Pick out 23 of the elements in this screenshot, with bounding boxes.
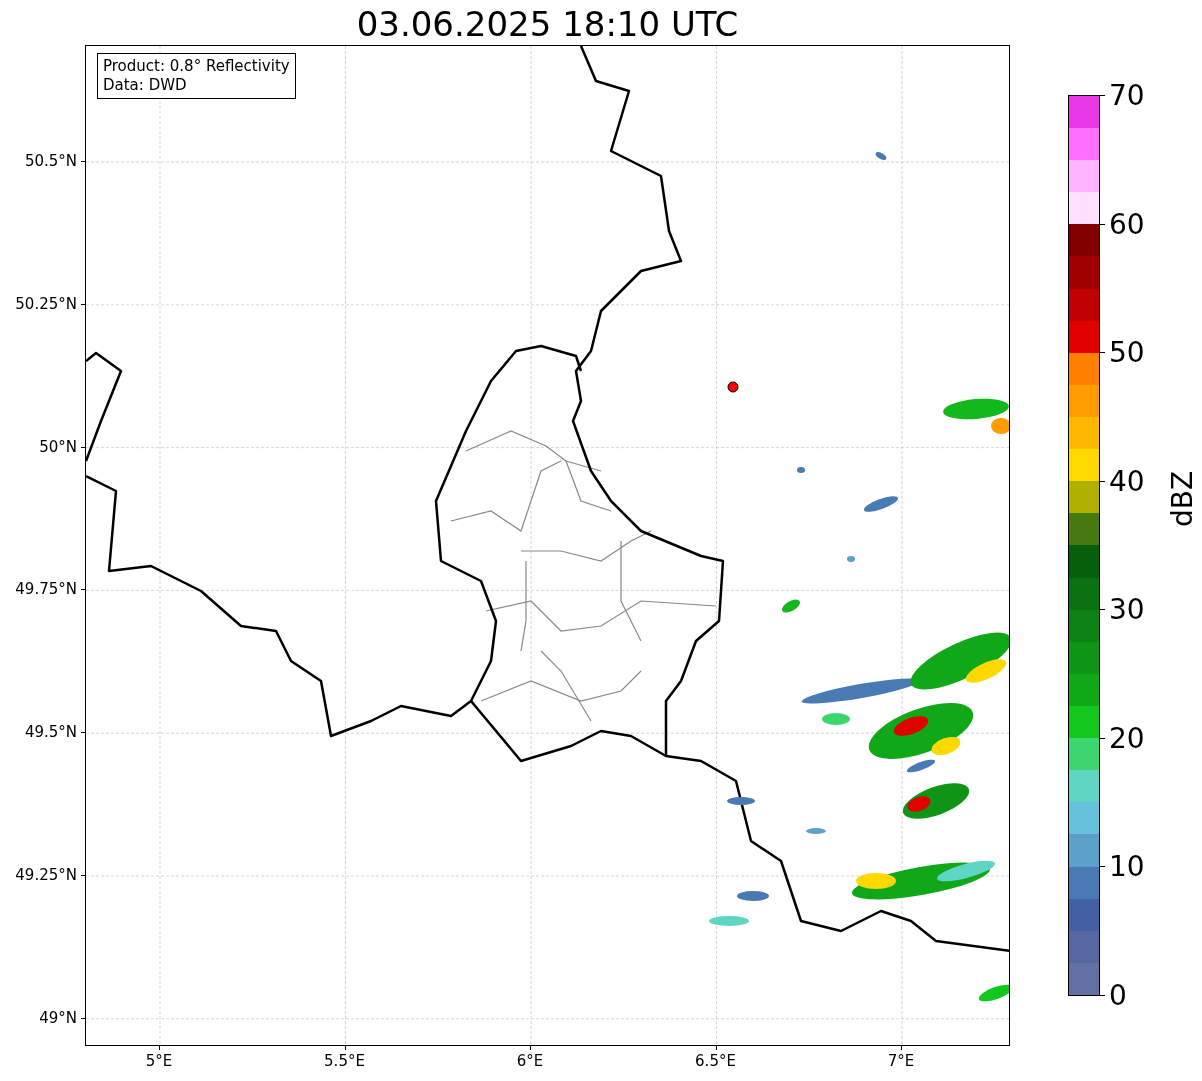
- scale-tick-label: 20: [1109, 721, 1145, 755]
- axis-tick-label: 50.25°N: [15, 294, 77, 313]
- axis-tick-label: 5°E: [145, 1052, 173, 1070]
- axis-tick-label: 49.75°N: [15, 580, 77, 599]
- axis-tick-label: 5.5°E: [324, 1052, 365, 1070]
- chart-title: 03.06.2025 18:10 UTC: [355, 4, 740, 44]
- axis-tick-label: 6.5°E: [695, 1052, 736, 1070]
- scale-label: dBZ: [1166, 470, 1199, 527]
- scale-tick-label: 70: [1109, 78, 1145, 112]
- scale-tick-label: 40: [1109, 464, 1145, 498]
- axis-tick-label: 50.5°N: [24, 152, 77, 170]
- axis-tick-label: 49.5°N: [24, 723, 77, 742]
- scale-tick-label: 10: [1109, 849, 1145, 883]
- axis-tick-label: 50°N: [39, 437, 77, 456]
- scale-tick-label: 30: [1109, 592, 1145, 626]
- axis-tick-label: 49°N: [39, 1008, 77, 1027]
- axis-tick-label: 7°E: [887, 1052, 915, 1070]
- axis-tick-label: 49.25°N: [15, 866, 77, 884]
- scale-tick-label: 60: [1109, 207, 1145, 241]
- scale-tick-label: 50: [1109, 335, 1145, 369]
- scale-tick-label: 0: [1109, 978, 1127, 1012]
- axis-tick-label: 6°E: [516, 1052, 544, 1070]
- legend-box: Product: 0.8° Reflectivity Data: DWD: [97, 53, 296, 99]
